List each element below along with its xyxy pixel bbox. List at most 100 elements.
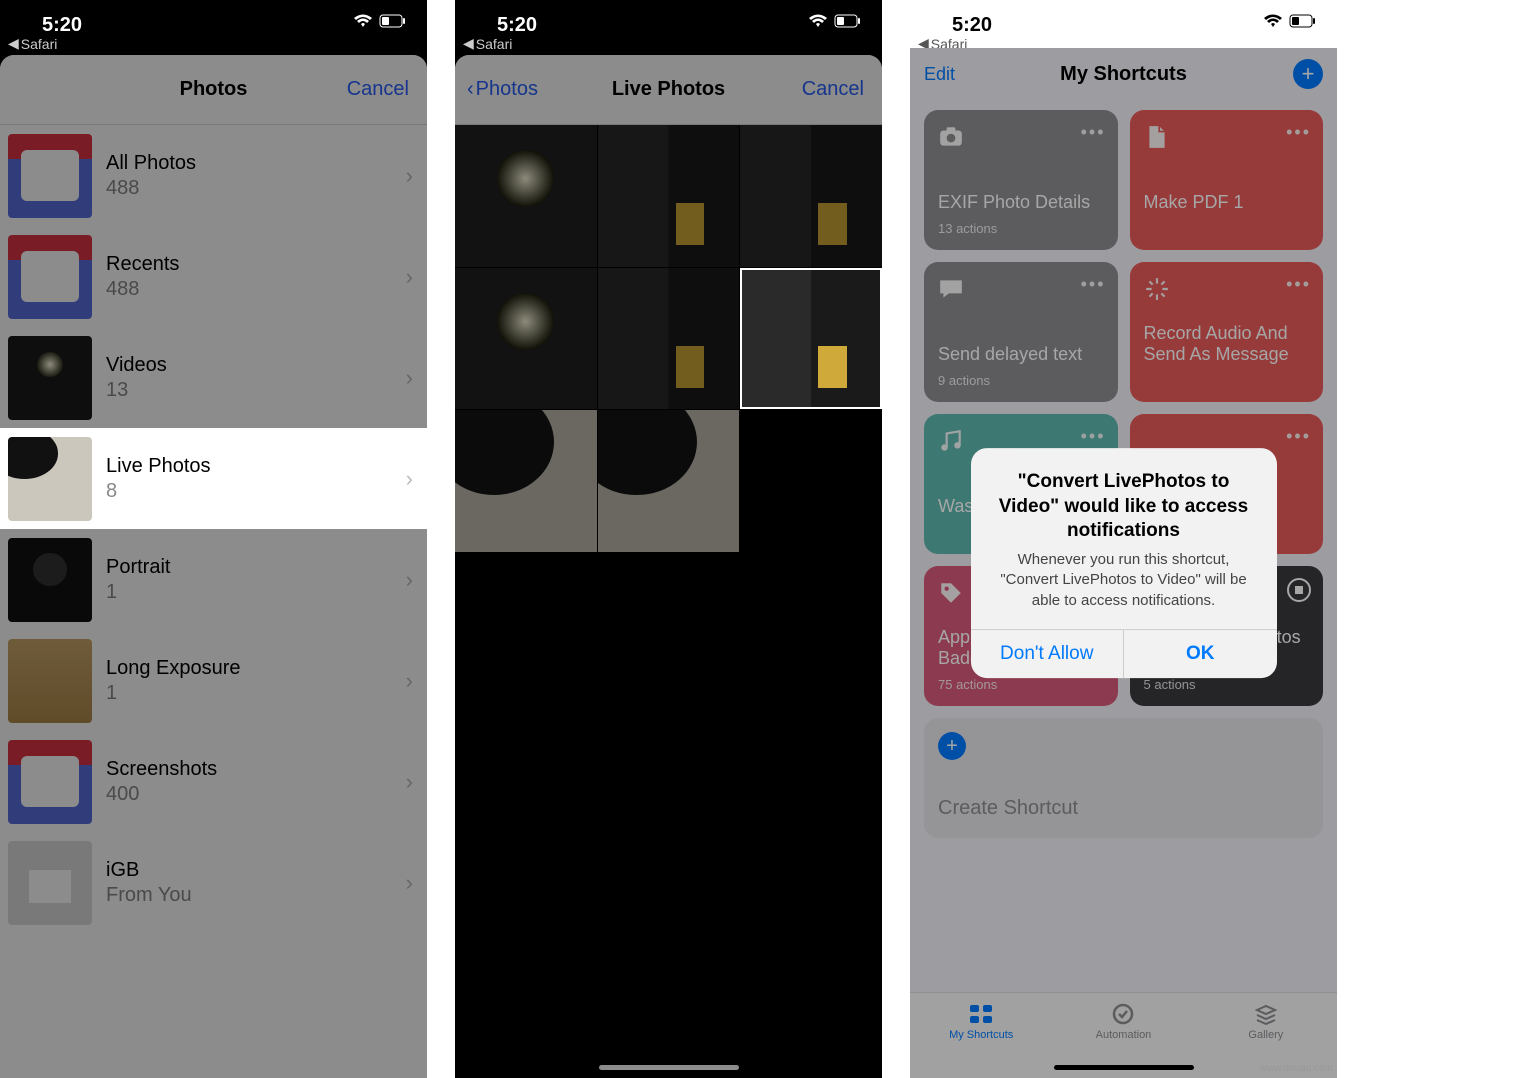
album-name: Screenshots — [106, 758, 406, 781]
more-icon[interactable]: ••• — [1081, 122, 1106, 143]
picker-header: Photos Cancel — [0, 55, 427, 125]
status-icons — [353, 14, 407, 28]
photo-thumbnail[interactable] — [455, 410, 597, 552]
chevron-right-icon: › — [406, 163, 413, 189]
album-name: Long Exposure — [106, 657, 406, 680]
album-igb[interactable]: iGBFrom You › — [0, 832, 427, 933]
wifi-icon — [1263, 14, 1283, 28]
album-long-exposure[interactable]: Long Exposure1 › — [0, 630, 427, 731]
back-app-label: Safari — [476, 36, 513, 52]
more-icon[interactable]: ••• — [1286, 122, 1311, 143]
card-subtitle: 5 actions — [1144, 677, 1196, 692]
document-icon — [1144, 124, 1170, 150]
chevron-right-icon: › — [406, 466, 413, 492]
photo-thumbnail[interactable] — [740, 125, 882, 267]
home-indicator[interactable] — [144, 1065, 284, 1070]
chevron-right-icon: › — [406, 567, 413, 593]
watermark: www.deuaq.com — [1260, 1063, 1333, 1074]
album-count: 8 — [106, 480, 406, 503]
alert-title: "Convert LivePhotos to Video" would like… — [971, 448, 1277, 550]
album-count: 400 — [106, 783, 406, 806]
phone-2: 5:20 ◀ Safari ‹Photos Live Photos Cancel — [455, 0, 882, 1078]
more-icon[interactable]: ••• — [1081, 274, 1106, 295]
back-to-safari[interactable]: ◀ Safari — [463, 35, 512, 52]
card-title: Record Audio And Send As Message — [1144, 323, 1310, 366]
photo-picker-sheet: Photos Cancel All Photos488 › Recents488… — [0, 55, 427, 1078]
album-name: All Photos — [106, 152, 406, 175]
album-thumb-icon — [8, 134, 92, 218]
chevron-left-icon: ‹ — [467, 78, 474, 101]
album-recents[interactable]: Recents488 › — [0, 226, 427, 327]
photo-empty — [740, 410, 882, 552]
album-name: Videos — [106, 354, 406, 377]
tag-icon — [938, 580, 964, 606]
album-portrait[interactable]: Portrait1 › — [0, 529, 427, 630]
status-time: 5:20 — [475, 14, 808, 37]
back-label: Photos — [476, 78, 538, 101]
photo-thumbnail[interactable] — [598, 410, 740, 552]
plus-icon: + — [938, 732, 966, 760]
photo-thumbnail[interactable] — [455, 125, 597, 267]
tab-my-shortcuts[interactable]: My Shortcuts — [910, 993, 1052, 1078]
create-shortcut-card[interactable]: + Create Shortcut — [924, 718, 1323, 838]
edit-button[interactable]: Edit — [924, 64, 955, 85]
card-subtitle: 13 actions — [938, 221, 997, 236]
chevron-right-icon: › — [406, 365, 413, 391]
album-list[interactable]: All Photos488 › Recents488 › Videos13 › … — [0, 125, 427, 933]
status-icons — [1263, 14, 1317, 28]
tab-label: Automation — [1096, 1029, 1152, 1041]
shortcut-card[interactable]: ••• Make PDF 1 — [1130, 110, 1324, 250]
album-all-photos[interactable]: All Photos488 › — [0, 125, 427, 226]
back-app-label: Safari — [21, 36, 58, 52]
chevron-right-icon: › — [406, 870, 413, 896]
battery-icon — [379, 14, 407, 28]
home-indicator[interactable] — [1054, 1065, 1194, 1070]
ok-button[interactable]: OK — [1124, 630, 1277, 678]
chevron-right-icon: › — [406, 668, 413, 694]
album-live-photos[interactable]: Live Photos8 › — [0, 428, 427, 529]
album-videos[interactable]: Videos13 › — [0, 327, 427, 428]
grid-icon — [968, 1003, 994, 1025]
camera-icon — [938, 124, 964, 150]
phone-1: 5:20 ◀ Safari Photos Cancel All Photos48… — [0, 0, 427, 1078]
shortcut-card[interactable]: ••• EXIF Photo Details 13 actions — [924, 110, 1118, 250]
album-thumb-icon — [8, 235, 92, 319]
automation-icon — [1110, 1003, 1136, 1025]
battery-icon — [834, 14, 862, 28]
back-button[interactable]: ‹Photos — [467, 78, 538, 101]
alert-message: Whenever you run this shortcut, "Convert… — [971, 550, 1277, 629]
album-count: 488 — [106, 177, 406, 200]
home-indicator[interactable] — [599, 1065, 739, 1070]
photo-thumbnail[interactable] — [598, 125, 740, 267]
gallery-icon — [1253, 1003, 1279, 1025]
wifi-icon — [353, 14, 373, 28]
cancel-button[interactable]: Cancel — [802, 78, 864, 101]
message-icon — [938, 276, 964, 302]
alert-buttons: Don't Allow OK — [971, 629, 1277, 678]
permission-alert: "Convert LivePhotos to Video" would like… — [971, 448, 1277, 678]
album-count: 1 — [106, 581, 406, 604]
shortcut-card[interactable]: ••• Record Audio And Send As Message — [1130, 262, 1324, 402]
dont-allow-button[interactable]: Don't Allow — [971, 630, 1125, 678]
album-screenshots[interactable]: Screenshots400 › — [0, 731, 427, 832]
picker-header: ‹Photos Live Photos Cancel — [455, 55, 882, 125]
photo-thumbnail[interactable] — [598, 268, 740, 410]
more-icon[interactable]: ••• — [1081, 426, 1106, 447]
stop-icon[interactable] — [1287, 578, 1311, 602]
card-title: Make PDF 1 — [1144, 192, 1310, 214]
more-icon[interactable]: ••• — [1286, 426, 1311, 447]
back-to-safari[interactable]: ◀ Safari — [8, 35, 57, 52]
album-name: Live Photos — [106, 455, 406, 478]
add-shortcut-button[interactable]: + — [1293, 59, 1323, 89]
photo-thumbnail-selected[interactable] — [740, 268, 882, 410]
shortcut-card[interactable]: ••• Send delayed text 9 actions — [924, 262, 1118, 402]
card-title: Send delayed text — [938, 344, 1104, 366]
battery-icon — [1289, 14, 1317, 28]
picker-title: Photos — [180, 78, 248, 101]
wifi-icon — [808, 14, 828, 28]
album-name: Recents — [106, 253, 406, 276]
cancel-button[interactable]: Cancel — [347, 78, 409, 101]
photo-thumbnail[interactable] — [455, 268, 597, 410]
photo-picker-sheet: ‹Photos Live Photos Cancel — [455, 55, 882, 1078]
more-icon[interactable]: ••• — [1286, 274, 1311, 295]
